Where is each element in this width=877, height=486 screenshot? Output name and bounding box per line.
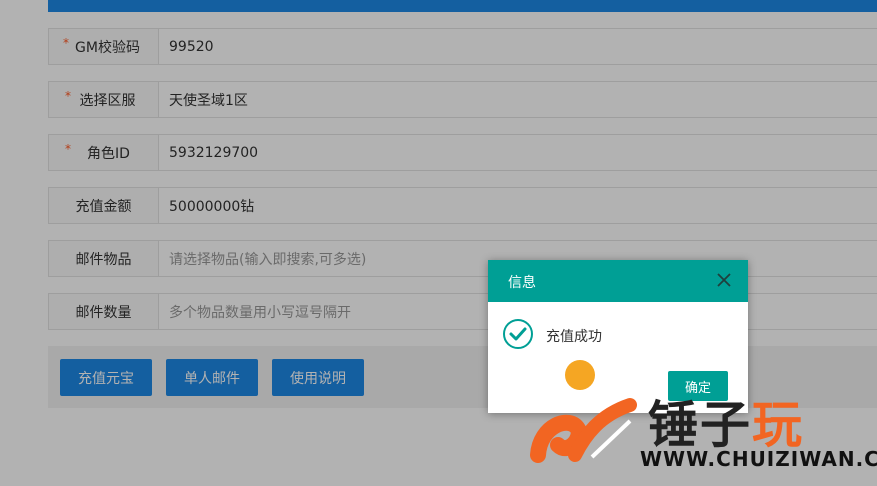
watermark-logo-icon — [530, 398, 637, 463]
watermark-url: WWW.CHUIZIWAN.COM — [640, 447, 877, 471]
dialog-header: 信息 — [488, 260, 748, 302]
dialog-message-text: 充值成功 — [546, 329, 602, 345]
close-icon[interactable] — [714, 270, 734, 290]
dialog-title: 信息 — [508, 275, 536, 291]
success-check-icon — [502, 318, 534, 354]
dialog-message: 充值成功 — [502, 318, 602, 354]
